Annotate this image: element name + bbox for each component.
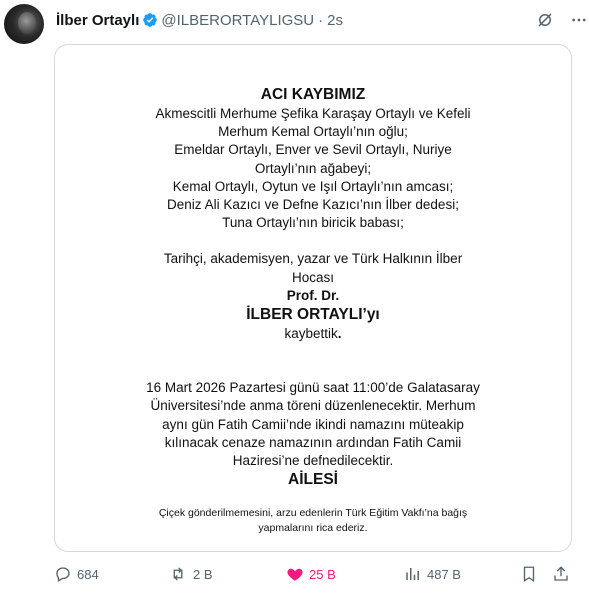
footnote-line: Çiçek gönderilmemesini, arzu edenlerin T… xyxy=(158,507,468,520)
signature: AİLESİ xyxy=(288,471,338,489)
family-line: Tuna Ortaylı’nın biricik babası; xyxy=(222,215,404,231)
ceremony-line: Haziresi’ne defnedilecektir. xyxy=(232,453,394,469)
tweet-header: İlber Ortaylı @ILBERORTAYLIGSU · 2s xyxy=(56,10,343,30)
author-name[interactable]: İlber Ortaylı xyxy=(56,12,139,29)
avatar[interactable] xyxy=(4,4,44,44)
family-line: Merhum Kemal Ortaylı’nın oğlu; xyxy=(218,124,408,140)
ceremony-line: kılınacak cenaze namazının ardından Fati… xyxy=(164,434,462,450)
more-options-icon[interactable] xyxy=(569,10,589,30)
repost-button[interactable]: 2 B xyxy=(168,562,213,586)
notice-title: ACI KAYBIMIZ xyxy=(260,86,366,103)
family-line: Akmescitli Merhume Şefika Karaşay Ortayl… xyxy=(155,106,471,121)
tweet-top-actions xyxy=(521,10,589,30)
ceremony-line: aynı gün Fatih Camii’nde ikindi namazını… xyxy=(162,416,464,432)
obituary-notice: ACI KAYBIMIZ Akmescitli Merhume Şefika K… xyxy=(55,85,571,536)
bookmark-button[interactable] xyxy=(520,562,543,586)
role-line: Hocası xyxy=(291,269,335,285)
ceremony-line: Üniversitesi’nde anma töreni düzenlenece… xyxy=(150,398,476,414)
family-line: Deniz Ali Kazıcı ve Defne Kazıcı’nın İlb… xyxy=(167,197,459,213)
verified-badge-icon xyxy=(142,12,158,28)
author-handle[interactable]: @ILBERORTAYLIGSU xyxy=(161,12,314,29)
reply-button[interactable]: 684 xyxy=(54,562,99,586)
family-line: Emeldar Ortaylı, Enver ve Sevil Ortaylı,… xyxy=(174,142,452,158)
separator-dot: · xyxy=(318,11,324,29)
heart-icon xyxy=(287,568,303,581)
timestamp[interactable]: 2s xyxy=(327,12,343,29)
like-button[interactable]: 25 B xyxy=(286,562,336,586)
lost-line: kaybettik. xyxy=(55,325,571,343)
lost-punct: . xyxy=(337,326,342,342)
ceremony-line: 16 Mart 2026 Pazartesi günü saat 11:00’d… xyxy=(146,380,480,396)
footnote-line: yapmalarını rica ederiz. xyxy=(258,522,368,535)
tweet-action-bar: 684 2 B 25 B 487 B xyxy=(54,562,570,586)
role-line: Tarihçi, akademisyen, yazar ve Türk Halk… xyxy=(163,251,463,267)
repost-icon xyxy=(173,567,183,581)
like-count: 25 B xyxy=(309,566,336,582)
share-button[interactable] xyxy=(552,562,575,586)
lost-text: kaybettik xyxy=(284,326,338,342)
family-line: Kemal Ortaylı, Oytun ve Işıl Ortaylı’nın… xyxy=(172,178,454,194)
reply-icon xyxy=(56,567,70,582)
repost-count: 2 B xyxy=(193,566,213,582)
academic-title: Prof. Dr. xyxy=(286,287,340,303)
family-line: Ortaylı’nın ağabeyi; xyxy=(254,160,372,176)
views-count: 487 B xyxy=(427,566,461,582)
views-icon xyxy=(406,568,419,580)
reply-count: 684 xyxy=(77,566,99,582)
grok-icon[interactable] xyxy=(535,10,555,30)
attached-image[interactable]: ACI KAYBIMIZ Akmescitli Merhume Şefika K… xyxy=(54,44,572,552)
avatar-face xyxy=(18,12,36,34)
deceased-name: İLBER ORTAYLI’yı xyxy=(246,306,380,324)
bookmark-icon xyxy=(523,566,535,583)
views-button[interactable]: 487 B xyxy=(404,562,461,586)
share-icon xyxy=(554,566,568,581)
